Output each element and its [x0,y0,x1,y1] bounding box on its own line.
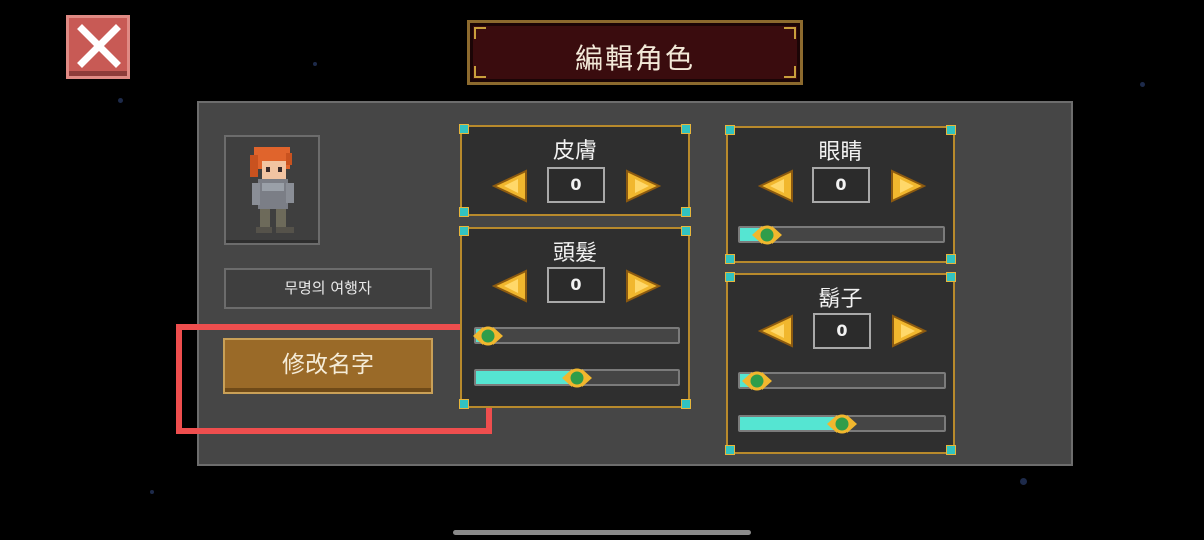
background-star [118,98,123,103]
skin-label: 皮膚 [552,139,597,164]
background-star [1140,82,1145,87]
eyes-slider-1-thumb-icon[interactable] [750,218,784,252]
hair-slider-1-thumb-icon[interactable] [471,319,505,353]
skin-value: 0 [547,167,605,203]
hair-slider-2-thumb-icon[interactable] [560,361,594,395]
eyes-next-arrow-icon[interactable] [890,169,926,203]
hair-slider-1[interactable] [473,326,680,346]
beard-slider-2-thumb-icon[interactable] [825,407,859,441]
hair-slider-2[interactable] [474,368,680,388]
page-title: 編輯角色 [574,42,695,75]
skin-prev-arrow-icon[interactable] [492,169,528,203]
skin-option-box: 皮膚 0 [459,124,691,217]
beard-slider-1-thumb-icon[interactable] [740,364,774,398]
eyes-label: 眼睛 [818,140,863,165]
eyes-slider-1[interactable] [738,225,945,245]
beard-next-arrow-icon[interactable] [891,314,927,348]
close-button[interactable] [66,15,130,79]
beard-prev-arrow-icon[interactable] [758,314,794,348]
skin-next-arrow-icon[interactable] [625,169,661,203]
hair-label: 頭髮 [552,241,597,266]
hair-option-box: 頭髮 0 [459,226,691,409]
eyes-option-box: 眼睛 0 [725,125,956,264]
beard-slider-1[interactable] [738,371,946,391]
character-name-field: 무명의 여행자 [224,268,432,309]
beard-option-box: 鬍子 0 [725,272,956,455]
beard-slider-2[interactable] [738,414,946,434]
character-portrait [224,135,320,245]
background-star [150,490,154,494]
eyes-value: 0 [812,167,870,203]
hair-next-arrow-icon[interactable] [625,269,661,303]
highlight-frame [176,324,492,434]
hair-value: 0 [547,267,605,303]
close-icon [77,24,121,68]
background-star [313,62,317,66]
hair-prev-arrow-icon[interactable] [492,269,528,303]
background-star [1020,478,1027,485]
title-banner: 編輯角色 [467,20,803,85]
home-indicator[interactable] [453,530,751,535]
beard-label: 鬍子 [818,287,863,312]
character-sprite [250,147,294,233]
eyes-prev-arrow-icon[interactable] [758,169,794,203]
beard-value: 0 [813,313,871,349]
